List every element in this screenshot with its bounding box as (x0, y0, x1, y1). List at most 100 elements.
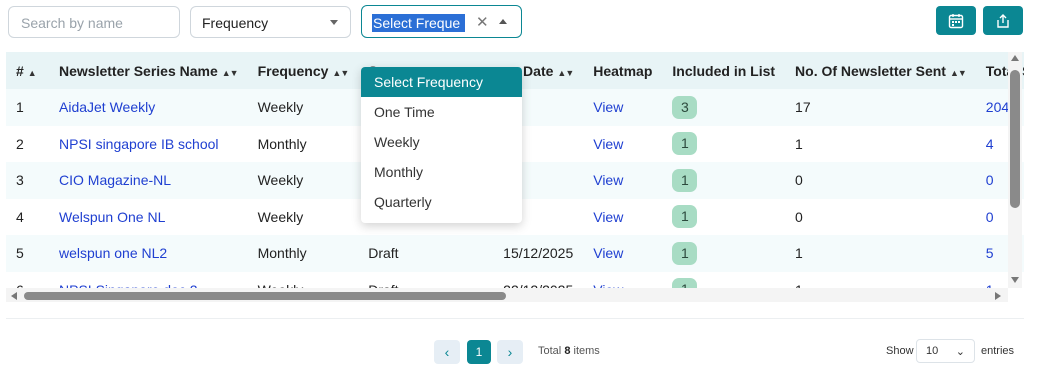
row-number: 3 (16, 172, 24, 189)
newsletter-name-link[interactable]: welspun one NL2 (59, 245, 167, 261)
heatmap-view-link[interactable]: View (593, 245, 623, 261)
row-sent-count: 17 (795, 99, 811, 116)
table-cell: 17 (785, 89, 976, 126)
scroll-left-arrow-icon[interactable] (11, 292, 17, 300)
total-subscribers-link[interactable]: 4 (986, 136, 994, 152)
prev-page-button[interactable]: ‹ (434, 340, 460, 364)
row-sent-count: 0 (795, 172, 803, 189)
included-badge: 3 (672, 95, 698, 119)
table-cell: Weekly (248, 162, 359, 199)
newsletter-name-link[interactable]: NPSI singapore IB school (59, 136, 219, 152)
table-cell: 1 (785, 235, 976, 272)
table-cell: welspun one NL2 (49, 235, 248, 272)
export-button[interactable] (983, 6, 1023, 35)
clear-icon[interactable]: ✕ (476, 13, 489, 31)
total-subscribers-link[interactable]: 0 (986, 172, 994, 188)
vertical-scrollbar-thumb[interactable] (1010, 70, 1020, 208)
dropdown-option-quarterly[interactable]: Quarterly (361, 187, 522, 217)
sort-icon[interactable]: ▲▼ (332, 68, 349, 78)
table-cell: Welspun One NL (49, 199, 248, 236)
scroll-up-arrow-icon[interactable] (1011, 55, 1019, 61)
table-cell: 1 (6, 89, 49, 126)
scroll-down-arrow-icon[interactable] (1011, 277, 1019, 283)
page-size-select[interactable]: 10 ⌄ (916, 339, 975, 363)
dropdown-option-one-time[interactable]: One Time (361, 97, 522, 127)
row-frequency: Monthly (257, 135, 307, 152)
frequency-select-label: Frequency (202, 15, 269, 31)
column-header-sent[interactable]: No. Of Newsletter Sent ▲▼ (785, 52, 976, 89)
table-cell: 1 (785, 126, 976, 163)
sort-icon[interactable]: ▲▼ (557, 68, 574, 78)
entries-label: entries (981, 345, 1015, 357)
table-cell: View (583, 235, 662, 272)
frequency-select[interactable]: Frequency (190, 6, 351, 38)
table-cell: Monthly (248, 126, 359, 163)
page-size-value: 10 (926, 345, 939, 357)
heatmap-view-link[interactable]: View (593, 172, 623, 188)
page-button-current[interactable]: 1 (467, 340, 491, 364)
row-sent-count: 1 (795, 245, 803, 262)
row-frequency: Monthly (257, 245, 307, 262)
next-page-button[interactable]: › (497, 340, 523, 364)
chevron-down-icon (330, 20, 338, 25)
included-badge: 1 (672, 132, 698, 156)
table-cell: Draft (358, 235, 438, 272)
row-number: 2 (16, 135, 24, 152)
show-label: Show (886, 345, 914, 357)
newsletter-name-link[interactable]: Welspun One NL (59, 209, 165, 225)
export-icon (997, 13, 1009, 28)
table-cell: View (583, 162, 662, 199)
table-cell: 1 (662, 235, 785, 272)
dropdown-option-weekly[interactable]: Weekly (361, 127, 522, 157)
dropdown-option-select-frequency[interactable]: Select Frequency (361, 67, 522, 97)
row-number: 4 (16, 208, 24, 225)
row-number: 5 (16, 245, 24, 262)
sort-icon[interactable]: ▲▼ (222, 68, 239, 78)
column-header-heatmap: Heatmap (593, 62, 653, 79)
select-frequency-input-text[interactable]: Select Freque (372, 14, 465, 32)
total-subscribers-link[interactable]: 5 (986, 245, 994, 261)
heatmap-view-link[interactable]: View (593, 99, 623, 115)
column-header-frequency[interactable]: Frequency ▲▼ (248, 52, 359, 89)
calendar-icon (948, 13, 964, 28)
table-cell: 4 (6, 199, 49, 236)
search-input[interactable]: Search by name (8, 6, 180, 38)
included-badge: 1 (672, 168, 698, 192)
newsletter-name-link[interactable]: AidaJet Weekly (59, 99, 155, 115)
total-subscribers-link[interactable]: 0 (986, 209, 994, 225)
newsletter-name-link[interactable]: CIO Magazine-NL (59, 172, 171, 188)
chevron-left-icon: ‹ (444, 344, 450, 360)
column-header-included: Included in List (672, 62, 776, 79)
sort-icon[interactable]: ▲▼ (950, 68, 967, 78)
heatmap-view-link[interactable]: View (593, 136, 623, 152)
select-frequency-combobox[interactable]: Select Freque ✕ (361, 5, 522, 38)
table-cell: AidaJet Weekly (49, 89, 248, 126)
dropdown-option-monthly[interactable]: Monthly (361, 157, 522, 187)
calendar-button[interactable] (936, 6, 976, 35)
included-badge: 1 (672, 205, 698, 229)
row-sent-count: 1 (795, 135, 803, 152)
horizontal-scrollbar-thumb[interactable] (24, 292, 506, 300)
heatmap-view-link[interactable]: View (593, 209, 623, 225)
column-header-number[interactable]: # ▲ (6, 52, 49, 89)
table-cell: 3 (662, 89, 785, 126)
table-cell: 0 (785, 162, 976, 199)
table-row: 5 welspun one NL2 Monthly Draft 15/12/2025 Vi… (6, 235, 1024, 272)
table-cell: Weekly (248, 89, 359, 126)
table-cell: 5 (6, 235, 49, 272)
table-cell: Monthly (248, 235, 359, 272)
row-frequency: Weekly (257, 172, 304, 189)
sort-asc-icon[interactable]: ▲ (28, 68, 37, 78)
chevron-up-icon[interactable] (499, 19, 507, 24)
frequency-dropdown-menu: Select Frequency One Time Weekly Monthly… (361, 67, 522, 223)
column-header-name[interactable]: Newsletter Series Name ▲▼ (49, 52, 248, 89)
table-cell: 3 (6, 162, 49, 199)
divider (6, 318, 1024, 319)
table-cell: View (583, 89, 662, 126)
row-sent-count: 0 (795, 208, 803, 225)
included-badge: 1 (672, 241, 698, 265)
table-cell: View (583, 199, 662, 236)
scroll-right-arrow-icon[interactable] (995, 292, 1001, 300)
table-cell: NPSI singapore IB school (49, 126, 248, 163)
row-status: Draft (368, 245, 399, 262)
